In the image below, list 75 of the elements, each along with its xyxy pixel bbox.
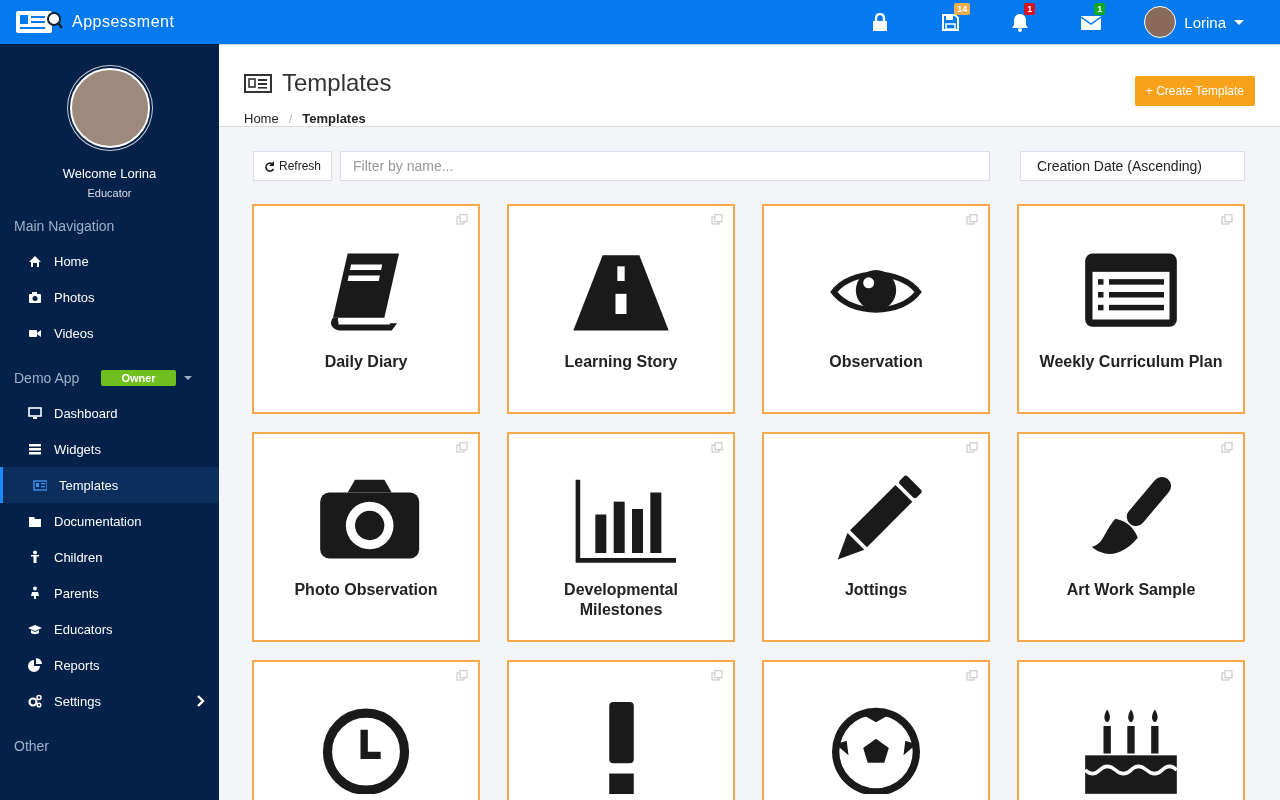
filter-field[interactable]: Filter by name... bbox=[340, 151, 990, 181]
home-icon bbox=[28, 254, 42, 268]
template-card[interactable]: Weekly Curriculum Plan bbox=[1017, 204, 1245, 414]
user-role: Educator bbox=[87, 187, 132, 199]
copy-icon[interactable] bbox=[711, 214, 723, 225]
card-title: Jottings bbox=[843, 580, 909, 600]
gears-icon bbox=[28, 694, 42, 708]
section-heading: Main Navigation bbox=[14, 218, 115, 234]
page-title: Templates bbox=[282, 69, 392, 97]
caret-icon[interactable] bbox=[1234, 19, 1244, 25]
card-title: Developmental Milestones bbox=[563, 580, 679, 620]
template-card[interactable]: Jottings bbox=[762, 432, 990, 642]
count-badge: 1 bbox=[1094, 2, 1106, 15]
nav-item[interactable]: Settings bbox=[0, 683, 219, 719]
person-icon bbox=[28, 586, 42, 600]
copy-icon[interactable] bbox=[1221, 442, 1233, 453]
nav-item[interactable]: Videos bbox=[0, 315, 219, 351]
nav-item[interactable]: Children bbox=[0, 539, 219, 575]
camera-icon bbox=[28, 290, 42, 304]
sort-dropdown[interactable]: Creation Date (Ascending) bbox=[1020, 151, 1245, 181]
template-card[interactable]: Developmental Milestones bbox=[507, 432, 735, 642]
copy-icon[interactable] bbox=[456, 214, 468, 225]
copy-icon[interactable] bbox=[711, 670, 723, 681]
template-card[interactable]: Learning Story bbox=[507, 204, 735, 414]
template-card[interactable]: Photo Observation bbox=[252, 432, 480, 642]
copy-icon[interactable] bbox=[1221, 670, 1233, 681]
card-title: Photo Observation bbox=[293, 580, 439, 600]
nav-item[interactable]: Dashboard bbox=[0, 395, 219, 431]
copy-icon[interactable] bbox=[966, 214, 978, 225]
breadcrumb-separator: / bbox=[288, 111, 293, 126]
avatar-placeholder bbox=[1144, 6, 1177, 38]
monitor-icon bbox=[28, 406, 42, 420]
nav-item[interactable]: Documentation bbox=[0, 503, 219, 539]
nav-item[interactable]: Parents bbox=[0, 575, 219, 611]
user-name[interactable]: Lorina bbox=[1184, 13, 1226, 31]
caret-icon[interactable] bbox=[183, 376, 192, 380]
refresh-icon bbox=[264, 160, 275, 172]
card-title: Weekly Curriculum Plan bbox=[1038, 352, 1224, 372]
folder-icon bbox=[28, 514, 42, 528]
child-icon bbox=[28, 550, 42, 564]
role-badge: Owner bbox=[101, 370, 176, 386]
template-card[interactable]: Daily Diary bbox=[252, 204, 480, 414]
card-title: Learning Story bbox=[563, 352, 679, 372]
app-name: Appsessment bbox=[72, 13, 175, 31]
exclamation-icon bbox=[608, 702, 634, 794]
id-card-icon bbox=[33, 478, 47, 492]
graduation-cap-icon bbox=[28, 622, 42, 636]
id-card-icon bbox=[244, 72, 272, 94]
copy-icon[interactable] bbox=[456, 670, 468, 681]
nav-item[interactable]: Educators bbox=[0, 611, 219, 647]
list-icon bbox=[28, 442, 42, 456]
nav-item[interactable]: Widgets bbox=[0, 431, 219, 467]
copy-icon[interactable] bbox=[966, 442, 978, 453]
card-title: Art Work Sample bbox=[1065, 580, 1197, 600]
copy-icon[interactable] bbox=[456, 442, 468, 453]
card-title: Observation bbox=[828, 352, 924, 372]
nav-item[interactable]: Templates bbox=[0, 467, 219, 503]
refresh-button[interactable]: Refresh bbox=[253, 151, 333, 181]
copy-icon[interactable] bbox=[966, 670, 978, 681]
template-card[interactable]: Art Work Sample bbox=[1017, 432, 1245, 642]
pie-chart-icon bbox=[28, 658, 42, 672]
section-heading: Demo App bbox=[14, 370, 80, 386]
nav-item[interactable]: Photos bbox=[0, 279, 219, 315]
section-heading: Other bbox=[14, 738, 49, 754]
nav-item[interactable]: Reports bbox=[0, 647, 219, 683]
copy-icon[interactable] bbox=[711, 442, 723, 453]
copy-icon[interactable] bbox=[1221, 214, 1233, 225]
breadcrumb-link[interactable]: Home bbox=[244, 111, 279, 126]
count-badge: 14 bbox=[954, 2, 971, 15]
welcome-text: Welcome Lorina bbox=[62, 166, 157, 181]
template-card[interactable]: Observation bbox=[762, 204, 990, 414]
count-badge: 1 bbox=[1024, 2, 1036, 15]
card-title: Daily Diary bbox=[323, 352, 409, 372]
nav-item[interactable]: Home bbox=[0, 243, 219, 279]
breadcrumb-current: Templates bbox=[302, 111, 366, 126]
